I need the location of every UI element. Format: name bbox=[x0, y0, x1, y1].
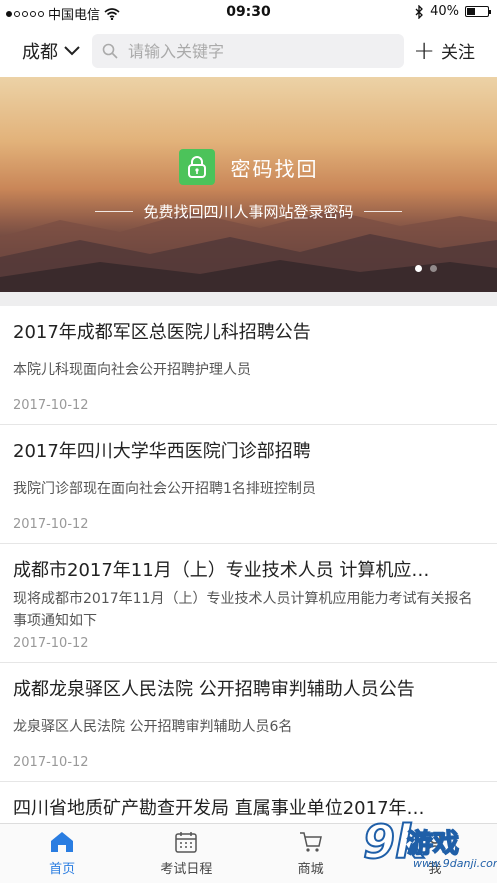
banner-title: 密码找回 bbox=[230, 156, 319, 181]
home-icon bbox=[51, 832, 74, 852]
watermark-text: 游戏 bbox=[406, 828, 460, 860]
site-watermark: 9k 游戏 www.9danji.com bbox=[362, 814, 497, 877]
news-list: 2017年成都军区总医院儿科招聘公告 本院儿科现面向社会公开招聘护理人员 201… bbox=[0, 306, 497, 822]
search-bar[interactable] bbox=[92, 34, 404, 68]
news-desc: 本院儿科现面向社会公开招聘护理人员 bbox=[13, 362, 251, 378]
plus-icon: + bbox=[413, 35, 435, 66]
section-divider bbox=[0, 292, 497, 306]
bluetooth-icon bbox=[415, 4, 424, 19]
news-title: 成都龙泉驿区人民法院 公开招聘审判辅助人员公告 bbox=[13, 679, 415, 700]
cart-icon bbox=[299, 832, 322, 852]
tab-exam-schedule[interactable]: 考试日程 bbox=[124, 824, 248, 883]
list-item[interactable]: 成都市2017年11月（上）专业技术人员 计算机应… 现将成都市2017年11月… bbox=[0, 544, 497, 663]
banner-carousel[interactable]: 密码找回 免费找回四川人事网站登录密码 bbox=[0, 77, 497, 292]
news-date: 2017-10-12 bbox=[13, 636, 89, 651]
news-desc: 现将成都市2017年11月（上）专业技术人员计算机应用能力考试有关报名事项通知如… bbox=[13, 591, 473, 629]
mountain-backdrop bbox=[0, 210, 497, 292]
battery-level bbox=[467, 8, 475, 15]
status-bar: 中国电信 09:30 40% bbox=[0, 0, 497, 26]
tab-label: 商城 bbox=[297, 862, 324, 877]
list-item[interactable]: 2017年成都军区总医院儿科招聘公告 本院儿科现面向社会公开招聘护理人员 201… bbox=[0, 306, 497, 425]
news-desc: 龙泉驿区人民法院 公开招聘审判辅助人员6名 bbox=[13, 719, 293, 735]
news-desc: 我院门诊部现在面向社会公开招聘1名排班控制员 bbox=[13, 481, 316, 497]
news-title: 2017年四川大学华西医院门诊部招聘 bbox=[13, 441, 311, 462]
news-date: 2017-10-12 bbox=[13, 517, 89, 532]
news-date: 2017-10-12 bbox=[13, 755, 89, 770]
news-date: 2017-10-12 bbox=[13, 398, 89, 413]
lock-icon bbox=[178, 149, 215, 185]
news-title: 2017年成都军区总医院儿科招聘公告 bbox=[13, 322, 311, 343]
list-item[interactable]: 2017年四川大学华西医院门诊部招聘 我院门诊部现在面向社会公开招聘1名排班控制… bbox=[0, 425, 497, 544]
banner-subtitle: 免费找回四川人事网站登录密码 bbox=[143, 203, 354, 221]
city-label: 成都 bbox=[22, 42, 58, 63]
news-title: 成都市2017年11月（上）专业技术人员 计算机应… bbox=[13, 560, 430, 581]
battery-percent: 40% bbox=[430, 4, 459, 19]
divider-line bbox=[363, 211, 402, 212]
status-right: 40% bbox=[415, 4, 491, 19]
watermark-url: www.9danji.com bbox=[413, 857, 497, 870]
follow-button[interactable]: + 关注 bbox=[413, 35, 475, 66]
city-selector[interactable]: 成都 bbox=[22, 38, 80, 64]
carousel-dot-active[interactable] bbox=[415, 265, 422, 272]
search-input[interactable] bbox=[128, 41, 388, 61]
carousel-dot[interactable] bbox=[430, 265, 437, 272]
tab-mall[interactable]: 商城 bbox=[249, 824, 373, 883]
calendar-icon bbox=[175, 832, 198, 853]
banner-subtitle-row: 免费找回四川人事网站登录密码 bbox=[0, 201, 497, 222]
tab-label: 首页 bbox=[49, 862, 76, 877]
chevron-down-icon bbox=[64, 46, 80, 56]
banner-title-row: 密码找回 bbox=[0, 149, 497, 185]
top-header: 成都 + 关注 bbox=[0, 28, 497, 74]
tab-label: 考试日程 bbox=[160, 862, 213, 877]
list-item[interactable]: 成都龙泉驿区人民法院 公开招聘审判辅助人员公告 龙泉驿区人民法院 公开招聘审判辅… bbox=[0, 663, 497, 782]
battery-icon bbox=[465, 6, 491, 17]
carousel-dots bbox=[415, 265, 437, 272]
follow-label: 关注 bbox=[441, 43, 475, 63]
divider-line bbox=[95, 211, 134, 212]
search-icon bbox=[102, 43, 118, 59]
tab-home[interactable]: 首页 bbox=[0, 824, 124, 883]
